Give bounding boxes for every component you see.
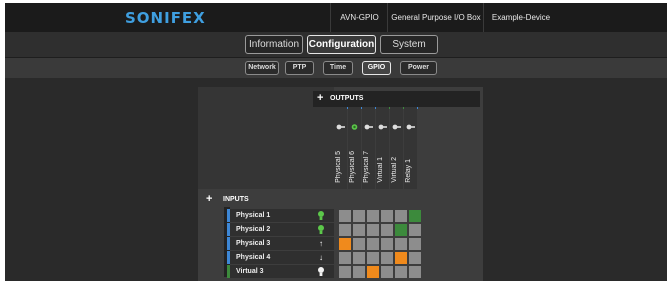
output-label: Virtual 1 [377, 157, 384, 183]
output-column-virtual-1[interactable]: Virtual 1 [376, 107, 389, 189]
output-off-icon [392, 124, 401, 130]
output-on-icon [351, 124, 358, 130]
output-off-icon [364, 124, 373, 130]
matrix-cell[interactable] [381, 210, 393, 222]
output-column-physical-5[interactable]: Physical 5 [334, 107, 347, 189]
device-name: Example-Device [483, 3, 558, 32]
bulb-green-icon [318, 211, 324, 220]
output-label: Physical 6 [349, 151, 356, 183]
gpio-routing-panel: + OUTPUTS Physical 5 Physical 6 Physical… [198, 87, 483, 281]
physical-input-bar [227, 223, 230, 236]
matrix-cell[interactable] [353, 266, 365, 278]
sonifex-logo: SONIFEX [125, 9, 206, 27]
matrix-cell[interactable] [395, 266, 407, 278]
matrix-cell[interactable] [381, 252, 393, 264]
output-label: Relay 1 [405, 159, 412, 183]
output-off-icon [336, 124, 345, 130]
outputs-title: OUTPUTS [330, 95, 364, 102]
subtab-ptp[interactable]: PTP [285, 61, 314, 75]
device-description: General Purpose I/O Box [387, 3, 484, 32]
virtual-input-bar [227, 265, 230, 278]
input-label: Physical 4 [236, 254, 271, 261]
matrix-cell[interactable] [339, 224, 351, 236]
matrix-cell[interactable] [367, 266, 379, 278]
matrix-cell[interactable] [409, 238, 421, 250]
output-column-relay-1[interactable]: Relay 1 [404, 107, 417, 189]
app-window: SONIFEX AVN-GPIO General Purpose I/O Box… [5, 3, 667, 281]
output-label: Virtual 2 [391, 157, 398, 183]
physical-input-bar [227, 251, 230, 264]
input-label: Physical 2 [236, 226, 271, 233]
input-label: Physical 1 [236, 212, 271, 219]
input-label: Virtual 3 [236, 268, 264, 275]
tab-configuration[interactable]: Configuration [307, 35, 376, 54]
matrix-cell[interactable] [381, 224, 393, 236]
input-row-physical-4[interactable]: Physical 4 ↓ [227, 251, 334, 264]
matrix-cell[interactable] [409, 224, 421, 236]
subtab-network[interactable]: Network [245, 61, 279, 75]
output-label: Physical 7 [363, 151, 370, 183]
physical-input-bar [227, 209, 230, 222]
add-output-icon[interactable]: + [317, 92, 323, 104]
subtab-power[interactable]: Power [400, 61, 437, 75]
matrix-cell[interactable] [367, 224, 379, 236]
top-bar: SONIFEX AVN-GPIO General Purpose I/O Box… [5, 3, 667, 32]
input-row-physical-2[interactable]: Physical 2 [227, 223, 334, 236]
tab-system[interactable]: System [380, 35, 438, 54]
main-tab-bar: Information Configuration System [5, 32, 667, 58]
sub-tab-bar: Network PTP Time GPIO Power [5, 58, 667, 78]
input-row-virtual-3[interactable]: Virtual 3 [227, 265, 334, 278]
matrix-cell[interactable] [395, 238, 407, 250]
add-input-icon[interactable]: + [206, 193, 212, 205]
matrix-cell[interactable] [367, 238, 379, 250]
bulb-green-icon [318, 225, 324, 234]
device-model: AVN-GPIO [330, 3, 388, 32]
arrow-down-icon: ↓ [319, 253, 323, 262]
matrix-cell[interactable] [339, 238, 351, 250]
bulb-white-icon [318, 267, 324, 276]
output-column-virtual-2[interactable]: Virtual 2 [390, 107, 403, 189]
matrix-cell[interactable] [367, 252, 379, 264]
matrix-cell[interactable] [339, 266, 351, 278]
matrix-cell[interactable] [339, 210, 351, 222]
matrix-cell[interactable] [409, 252, 421, 264]
matrix-cell[interactable] [353, 210, 365, 222]
subtab-gpio[interactable]: GPIO [362, 61, 391, 75]
inputs-title: INPUTS [223, 196, 249, 203]
matrix-cell[interactable] [395, 224, 407, 236]
matrix-cell[interactable] [409, 210, 421, 222]
tab-information[interactable]: Information [245, 35, 303, 54]
output-column-physical-6[interactable]: Physical 6 [348, 107, 361, 189]
input-label: Physical 3 [236, 240, 271, 247]
matrix-cell[interactable] [381, 238, 393, 250]
outputs-header: + OUTPUTS [313, 91, 480, 107]
matrix-cell[interactable] [353, 224, 365, 236]
input-row-physical-3[interactable]: Physical 3 ↑ [227, 237, 334, 250]
inputs-header: + INPUTS [206, 193, 333, 207]
arrow-up-icon: ↑ [319, 239, 323, 248]
output-label: Physical 5 [335, 151, 342, 183]
output-off-icon [378, 124, 387, 130]
physical-input-bar [227, 237, 230, 250]
subtab-time[interactable]: Time [323, 61, 353, 75]
matrix-cell[interactable] [353, 252, 365, 264]
matrix-cell[interactable] [395, 210, 407, 222]
output-off-icon [406, 124, 415, 130]
matrix-cell[interactable] [367, 210, 379, 222]
output-column-physical-7[interactable]: Physical 7 [362, 107, 375, 189]
outputs-columns: Physical 5 Physical 6 Physical 7 Virtual… [334, 107, 418, 189]
matrix-cell[interactable] [395, 252, 407, 264]
matrix-cell[interactable] [353, 238, 365, 250]
matrix-cell[interactable] [381, 266, 393, 278]
matrix-cell[interactable] [339, 252, 351, 264]
input-row-physical-1[interactable]: Physical 1 [227, 209, 334, 222]
matrix-cell[interactable] [409, 266, 421, 278]
